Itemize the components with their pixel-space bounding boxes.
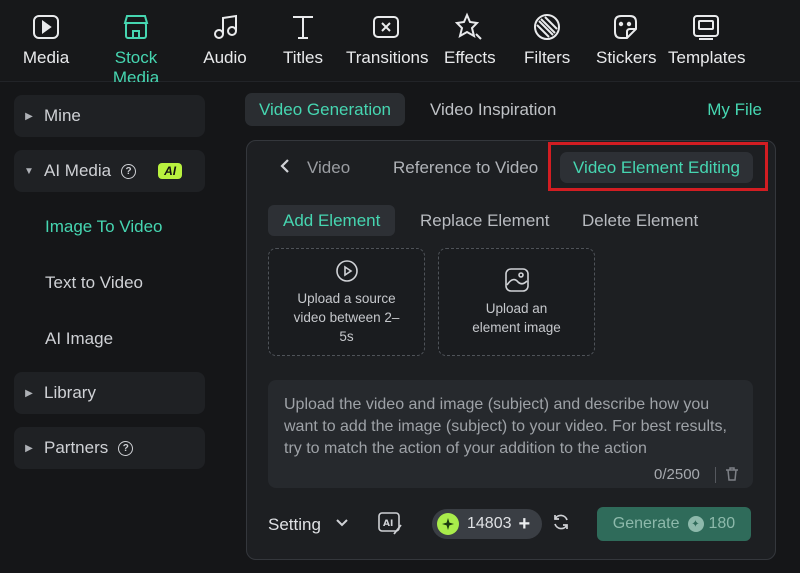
subtab-video[interactable]: Video xyxy=(307,158,350,178)
toolbar-audio[interactable]: Audio xyxy=(202,12,248,68)
toolbar-label: Stickers xyxy=(596,48,657,67)
char-counter: 0/2500 xyxy=(654,466,700,483)
toolbar-filters[interactable]: Filters xyxy=(524,12,570,68)
credit-star-icon xyxy=(437,513,459,535)
caret-right-icon: ▶ xyxy=(25,442,33,454)
sidebar-item-library[interactable]: ▶ Library xyxy=(14,372,205,414)
toolbar-label: Filters xyxy=(524,48,571,67)
tab-replace-element[interactable]: Replace Element xyxy=(405,205,564,236)
trash-icon[interactable] xyxy=(724,466,740,487)
stock-media-icon xyxy=(121,12,151,42)
effects-icon xyxy=(454,12,484,42)
help-icon[interactable]: ? xyxy=(118,440,134,456)
sidebar-item-label: Mine xyxy=(44,106,81,125)
transitions-icon xyxy=(371,12,401,42)
toolbar-label: Media xyxy=(22,48,70,67)
subtab-reference-to-video[interactable]: Reference to Video xyxy=(393,158,538,178)
upload-image-dropzone[interactable]: Upload an element image xyxy=(438,248,595,356)
toolbar-transitions[interactable]: Transitions xyxy=(346,12,429,68)
tab-video-generation[interactable]: Video Generation xyxy=(245,93,406,126)
sidebar-item-label: AI Media xyxy=(44,161,112,180)
credits-count: 14803 xyxy=(467,515,512,532)
caret-down-icon: ▼ xyxy=(24,165,34,177)
templates-icon xyxy=(691,12,721,42)
highlight-box xyxy=(548,142,768,191)
coin-icon: ✦ xyxy=(687,516,704,532)
toolbar-label: Audio xyxy=(203,48,247,67)
tab-video-inspiration[interactable]: Video Inspiration xyxy=(416,93,570,126)
sidebar-item-ai-image[interactable]: AI Image xyxy=(45,329,113,349)
chevron-down-icon[interactable] xyxy=(336,515,348,531)
play-circle-icon xyxy=(335,260,358,282)
toolbar-label: Effects xyxy=(444,48,496,67)
upload-video-dropzone[interactable]: Upload a source video between 2–5s xyxy=(268,248,425,356)
generate-label: Generate xyxy=(612,515,680,532)
back-chevron-icon[interactable] xyxy=(280,158,290,179)
sidebar-item-image-to-video[interactable]: Image To Video xyxy=(45,217,163,237)
ai-edit-icon[interactable]: AI xyxy=(377,510,403,541)
titles-icon xyxy=(288,12,318,42)
toolbar-stock-media[interactable]: Stock Media xyxy=(90,12,182,88)
tab-delete-element[interactable]: Delete Element xyxy=(567,205,713,236)
my-file-link[interactable]: My File xyxy=(707,100,762,120)
upload-video-text: Upload a source video between 2–5s xyxy=(293,291,400,344)
toolbar-media[interactable]: Media xyxy=(22,12,70,68)
generate-cost: 180 xyxy=(708,515,736,532)
toolbar-label: Titles xyxy=(283,48,323,67)
toolbar-templates[interactable]: Templates xyxy=(668,12,746,68)
credits-pill[interactable]: 14803 + xyxy=(432,509,542,539)
setting-label[interactable]: Setting xyxy=(268,515,321,535)
generate-button[interactable]: Generate ✦ 180 xyxy=(597,507,751,541)
svg-text:AI: AI xyxy=(383,519,393,529)
caret-right-icon: ▶ xyxy=(25,110,33,122)
audio-icon xyxy=(210,12,240,42)
media-icon xyxy=(31,12,61,42)
top-toolbar: Media Stock Media Audio Titles Transitio… xyxy=(0,0,800,87)
add-credits-icon[interactable]: + xyxy=(519,513,531,536)
image-icon xyxy=(504,268,529,292)
ai-badge: AI xyxy=(158,163,183,179)
caret-right-icon: ▶ xyxy=(25,387,33,399)
toolbar-titles[interactable]: Titles xyxy=(282,12,324,68)
toolbar-label: Templates xyxy=(668,48,746,67)
tab-add-element[interactable]: Add Element xyxy=(268,205,396,236)
divider xyxy=(715,467,716,483)
sidebar-item-label: Partners xyxy=(44,438,109,457)
help-icon[interactable]: ? xyxy=(121,163,137,179)
filters-icon xyxy=(532,12,562,42)
toolbar-effects[interactable]: Effects xyxy=(444,12,496,68)
sidebar-item-label: Library xyxy=(44,383,96,402)
toolbar-label: Transitions xyxy=(346,48,429,67)
toolbar-stickers[interactable]: Stickers xyxy=(596,12,657,68)
sidebar-item-text-to-video[interactable]: Text to Video xyxy=(45,273,143,293)
sidebar-item-mine[interactable]: ▶ Mine xyxy=(14,95,205,137)
sidebar-item-ai-media[interactable]: ▼ AI Media ? AI xyxy=(14,150,205,192)
sidebar-item-partners[interactable]: ▶ Partners ? xyxy=(14,427,205,469)
refresh-icon[interactable] xyxy=(552,513,570,536)
stickers-icon xyxy=(610,12,640,42)
upload-image-text: Upload an element image xyxy=(472,301,561,335)
